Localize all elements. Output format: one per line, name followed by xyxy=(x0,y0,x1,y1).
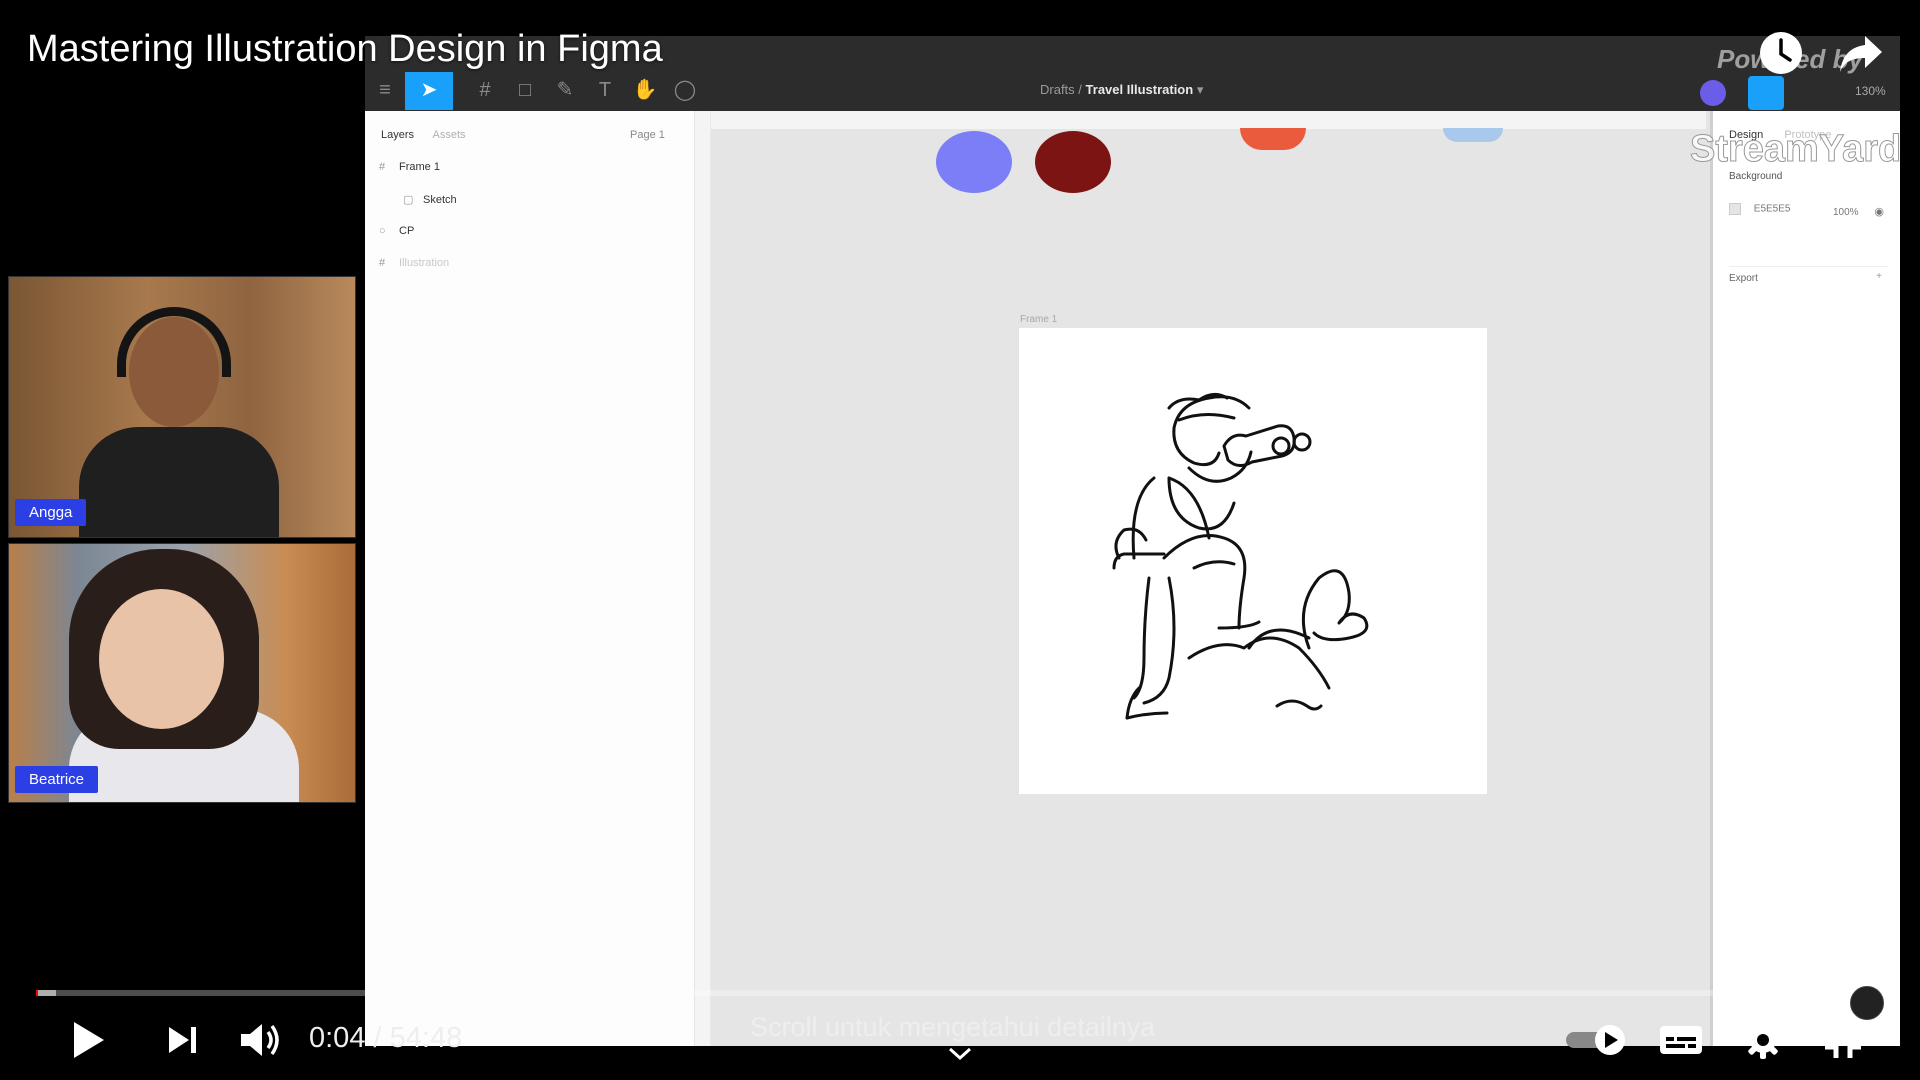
figma-hand-tool-icon[interactable]: ✋ xyxy=(625,72,665,108)
layer-item[interactable]: ▢ Sketch xyxy=(403,193,457,206)
color-swatch-circle[interactable] xyxy=(936,131,1012,193)
color-swatch-circle[interactable] xyxy=(1035,131,1111,193)
play-icon xyxy=(74,1022,104,1058)
subtitles-icon xyxy=(1660,1026,1702,1054)
exit-fullscreen-icon xyxy=(1825,1022,1861,1058)
exit-fullscreen-button[interactable] xyxy=(1818,1016,1868,1064)
figma-breadcrumb-separator: / xyxy=(1078,82,1082,97)
figma-tab-assets[interactable]: Assets xyxy=(432,129,465,141)
layer-name: CP xyxy=(399,225,415,237)
figma-vertical-ruler xyxy=(695,111,711,1046)
webcam-tile-beatrice: Beatrice xyxy=(8,543,356,803)
figma-design-panel: Design Prototype Background E5E5E5 100% … xyxy=(1710,111,1900,1046)
figma-pen-tool-icon[interactable]: ✎ xyxy=(545,72,585,108)
figma-menu-icon[interactable]: ≡ xyxy=(365,72,405,108)
scroll-hint[interactable]: Scroll untuk mengetahui detailnya xyxy=(750,1012,1155,1043)
time-display: 0:04 / 54:48 xyxy=(309,1022,462,1055)
color-chip[interactable] xyxy=(1729,203,1741,215)
figma-move-tool-icon[interactable]: ➤ xyxy=(405,72,453,110)
hiker-sketch xyxy=(1112,393,1369,720)
layer-name: Sketch xyxy=(423,194,457,206)
next-icon xyxy=(169,1027,196,1053)
frame-layer-icon: # xyxy=(379,161,386,173)
play-button[interactable] xyxy=(64,1016,112,1064)
image-layer-icon: ▢ xyxy=(403,194,414,206)
volume-button[interactable] xyxy=(233,1016,289,1064)
progress-played xyxy=(36,990,39,996)
figma-horizontal-ruler xyxy=(711,111,1706,129)
autoplay-toggle[interactable] xyxy=(1562,1016,1632,1064)
illustration-frame[interactable] xyxy=(1019,328,1487,794)
participant-name-tag: Beatrice xyxy=(15,766,99,793)
screen-share: ≡ ➤ # □ ✎ T ✋ ◯ Drafts / Travel Illustra… xyxy=(365,36,1900,1046)
figma-zoom-level[interactable]: 130% xyxy=(1855,84,1886,98)
next-button[interactable] xyxy=(158,1016,206,1064)
overlay-dot xyxy=(1850,986,1884,1020)
person-torso xyxy=(79,427,279,537)
layer-item[interactable]: ○ CP xyxy=(379,225,414,237)
background-heading: Background xyxy=(1729,171,1783,182)
frame-label: Frame 1 xyxy=(1020,314,1058,325)
background-color-row[interactable]: E5E5E5 100% ◉ xyxy=(1729,203,1888,229)
figma-breadcrumb-parent[interactable]: Drafts xyxy=(1040,82,1075,97)
headphones-shape xyxy=(117,307,231,377)
color-swatch-circle[interactable] xyxy=(1443,128,1503,142)
figma-frame-tool-icon[interactable]: # xyxy=(465,72,505,108)
figma-shape-tool-icon[interactable]: □ xyxy=(505,72,545,108)
share-arrow-icon[interactable] xyxy=(1838,30,1884,76)
time-separator: / xyxy=(373,1022,382,1054)
export-section: Export + xyxy=(1729,266,1888,284)
settings-gear-icon xyxy=(1744,1021,1782,1059)
frame-layer-icon: # xyxy=(379,257,386,269)
person-face xyxy=(99,589,224,729)
layer-item[interactable]: # Illustration xyxy=(379,257,449,269)
export-label: Export xyxy=(1729,273,1758,284)
chevron-down-icon[interactable] xyxy=(947,1046,973,1062)
subtitles-button[interactable] xyxy=(1656,1016,1706,1064)
progress-bar[interactable] xyxy=(36,990,1864,996)
layer-name: Illustration xyxy=(399,257,450,269)
figma-file-name[interactable]: Travel Illustration xyxy=(1086,82,1194,97)
figma-tab-layers[interactable]: Layers xyxy=(381,129,414,141)
clock-icon[interactable] xyxy=(1758,30,1804,76)
background-hex[interactable]: E5E5E5 xyxy=(1754,204,1791,215)
figma-user-avatar[interactable] xyxy=(1700,80,1726,106)
figma-layers-panel: Layers Assets Page 1 # Frame 1 ▢ Sketch ○ C… xyxy=(365,111,695,1046)
settings-button[interactable] xyxy=(1738,1016,1788,1064)
figma-text-tool-icon[interactable]: T xyxy=(585,72,625,108)
volume-icon xyxy=(241,1024,279,1056)
background-opacity[interactable]: 100% xyxy=(1833,207,1859,218)
time-total: 54:48 xyxy=(389,1022,463,1054)
figma-breadcrumb: Drafts / Travel Illustration ▾ xyxy=(1040,82,1204,97)
figma-comment-tool-icon[interactable]: ◯ xyxy=(665,72,705,108)
streamyard-logo: StreamYard xyxy=(1689,128,1900,171)
figma-share-button[interactable] xyxy=(1748,76,1784,110)
time-current: 0:04 xyxy=(309,1022,366,1054)
video-title[interactable]: Mastering Illustration Design in Figma xyxy=(27,28,663,71)
layer-item[interactable]: # Frame 1 xyxy=(379,161,440,173)
participant-name-tag: Angga xyxy=(15,499,87,526)
webcam-tile-angga: Angga xyxy=(8,276,356,538)
progress-loaded xyxy=(36,990,57,996)
figma-page-selector[interactable]: Page 1 xyxy=(630,129,665,141)
group-layer-icon: ○ xyxy=(379,225,386,237)
add-export-plus-icon[interactable]: + xyxy=(1876,271,1882,282)
layer-name: Frame 1 xyxy=(399,161,440,173)
visibility-eye-icon[interactable]: ◉ xyxy=(1874,205,1884,218)
